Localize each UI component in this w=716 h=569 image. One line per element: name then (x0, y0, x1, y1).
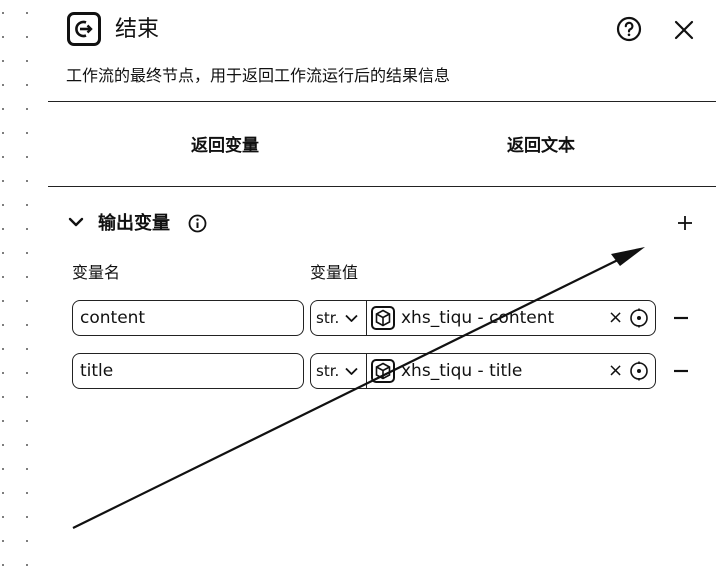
grid-dot (2, 156, 4, 158)
grid-dot (26, 60, 28, 62)
grid-dot (2, 468, 4, 470)
variable-reference-selector[interactable]: xhs_tiqu - content × (366, 300, 656, 336)
reference-value: xhs_tiqu - title (401, 361, 523, 381)
grid-dot (26, 372, 28, 374)
type-select[interactable]: str. (310, 300, 366, 336)
close-icon[interactable] (672, 18, 696, 42)
clear-reference-button[interactable]: × (608, 360, 623, 382)
variable-row: str. xhs_tiqu - content × (48, 300, 716, 336)
tab-return-text[interactable]: 返回文本 (507, 134, 575, 158)
reference-value: xhs_tiqu - content (401, 308, 555, 328)
grid-dot (26, 84, 28, 86)
tab-return-variables[interactable]: 返回变量 (191, 134, 259, 158)
target-icon[interactable] (629, 361, 649, 381)
exit-node-icon (67, 12, 101, 46)
variable-reference-selector[interactable]: xhs_tiqu - title × (366, 353, 656, 389)
variable-row: str. xhs_tiqu - title × (48, 353, 716, 389)
grid-dot (26, 36, 28, 38)
grid-dot (26, 564, 28, 566)
column-header-variable-value: 变量值 (310, 263, 359, 282)
grid-dot (26, 324, 28, 326)
remove-variable-button[interactable] (672, 362, 690, 380)
grid-dot (2, 252, 4, 254)
add-variable-button[interactable] (676, 214, 694, 232)
info-circle-icon[interactable] (188, 214, 207, 233)
clear-reference-button[interactable]: × (608, 307, 623, 329)
variable-name-input[interactable] (72, 353, 304, 389)
grid-dot (2, 180, 4, 182)
grid-dot (26, 108, 28, 110)
grid-dot (2, 348, 4, 350)
grid-dot (2, 84, 4, 86)
grid-dot (2, 516, 4, 518)
remove-variable-button[interactable] (672, 309, 690, 327)
grid-dot (2, 228, 4, 230)
type-select-value: str. (316, 362, 340, 380)
side-panel: 结束 工作流的最终节点，用于返回工作流运行后的结果信息 返回变量 返回文本 输出… (48, 0, 716, 569)
grid-dot (26, 132, 28, 134)
divider (48, 186, 716, 187)
grid-dot (26, 516, 28, 518)
grid-dot (2, 444, 4, 446)
canvas-dot-grid (0, 0, 40, 569)
chevron-down-icon (345, 314, 358, 322)
type-select[interactable]: str. (310, 353, 366, 389)
grid-dot (26, 420, 28, 422)
grid-dot (2, 12, 4, 14)
grid-dot (2, 36, 4, 38)
chevron-down-icon[interactable] (68, 216, 84, 228)
code-node-icon (371, 306, 395, 330)
grid-dot (2, 324, 4, 326)
grid-dot (2, 300, 4, 302)
column-header-variable-name: 变量名 (72, 263, 121, 282)
grid-dot (2, 396, 4, 398)
grid-dot (2, 108, 4, 110)
panel-title: 结束 (115, 17, 160, 42)
variable-name-input[interactable] (72, 300, 304, 336)
target-icon[interactable] (629, 308, 649, 328)
grid-dot (26, 540, 28, 542)
grid-dot (2, 60, 4, 62)
grid-dot (26, 396, 28, 398)
grid-dot (26, 252, 28, 254)
grid-dot (2, 204, 4, 206)
help-circle-icon[interactable] (616, 16, 642, 42)
grid-dot (2, 420, 4, 422)
grid-dot (26, 444, 28, 446)
grid-dot (26, 468, 28, 470)
grid-dot (26, 180, 28, 182)
grid-dot (26, 492, 28, 494)
grid-dot (2, 276, 4, 278)
grid-dot (26, 276, 28, 278)
grid-dot (2, 492, 4, 494)
grid-dot (26, 228, 28, 230)
end-node-config-panel: 结束 工作流的最终节点，用于返回工作流运行后的结果信息 返回变量 返回文本 输出… (0, 0, 716, 569)
grid-dot (2, 372, 4, 374)
grid-dot (26, 300, 28, 302)
section-title-output-variables: 输出变量 (98, 213, 170, 234)
grid-dot (26, 12, 28, 14)
type-select-value: str. (316, 309, 340, 327)
grid-dot (2, 132, 4, 134)
grid-dot (26, 348, 28, 350)
grid-dot (2, 540, 4, 542)
panel-description: 工作流的最终节点，用于返回工作流运行后的结果信息 (66, 66, 451, 85)
divider (48, 101, 716, 102)
grid-dot (26, 156, 28, 158)
chevron-down-icon (345, 367, 358, 375)
code-node-icon (371, 359, 395, 383)
grid-dot (2, 564, 4, 566)
grid-dot (26, 204, 28, 206)
